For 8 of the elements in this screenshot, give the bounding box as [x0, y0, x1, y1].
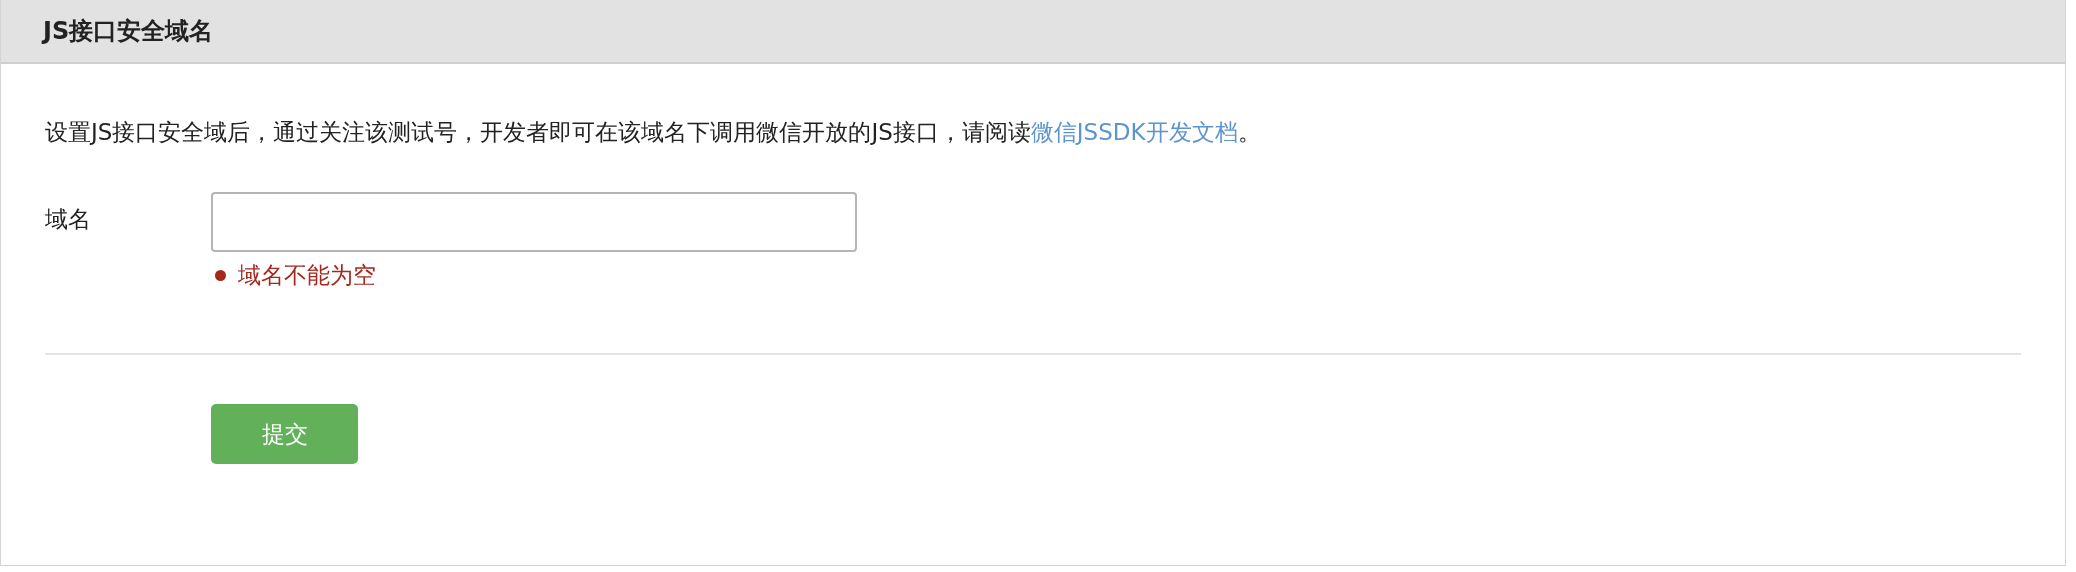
error-dot-icon — [215, 270, 226, 281]
field-label: 域名 — [45, 205, 92, 234]
description-text: 设置JS接口安全域后，通过关注该测试号，开发者即可在该域名下调用微信开放的JS接口，请阅读微信JSSDK开发文档。 — [45, 118, 1262, 147]
error-message: 域名不能为空 — [238, 261, 376, 290]
docs-link[interactable]: 微信JSSDK开发文档 — [1030, 119, 1238, 145]
panel-title: JS接口安全域名 — [43, 16, 214, 47]
submit-button[interactable]: 提交 — [211, 404, 358, 464]
domain-input-field[interactable] — [211, 192, 857, 252]
